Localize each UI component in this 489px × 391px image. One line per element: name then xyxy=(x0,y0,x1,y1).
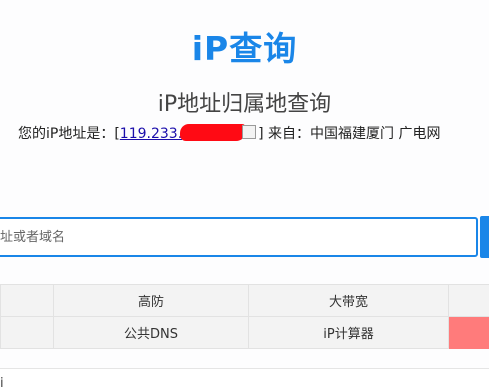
tools-grid: 高防 大带宽 公共DNS iP计算器 xyxy=(0,284,489,349)
tool-link[interactable] xyxy=(449,285,489,317)
tool-link-ip-calculator[interactable]: iP计算器 xyxy=(249,317,449,349)
tool-link-bandwidth[interactable]: 大带宽 xyxy=(249,285,449,317)
content-panel: i xyxy=(0,368,489,391)
ip-address-line: 您的iP地址是：[119.233. ] 来自：中国福建厦门 广电网 xyxy=(18,123,488,143)
search-box xyxy=(0,217,478,257)
broken-image-icon xyxy=(242,125,256,139)
tool-link-gaofang[interactable]: 高防 xyxy=(54,285,249,317)
page-title: iP地址归属地查询 xyxy=(0,86,489,118)
ip-address-link[interactable]: 119.233. xyxy=(120,126,182,142)
site-logo[interactable]: iP查询 xyxy=(0,22,489,70)
ip-location-label: ] 来自：中国福建厦门 广电网 xyxy=(258,126,440,142)
ip-prefix-label: 您的iP地址是：[ xyxy=(18,126,120,142)
redaction-mark xyxy=(180,124,246,141)
tool-link-public-dns[interactable]: 公共DNS xyxy=(54,317,249,349)
tool-link-highlighted[interactable] xyxy=(449,317,489,349)
tool-link[interactable] xyxy=(1,317,54,349)
tools-row: 公共DNS iP计算器 xyxy=(1,317,489,349)
panel-text: i xyxy=(0,376,4,391)
search-button[interactable] xyxy=(480,216,489,258)
search-input[interactable] xyxy=(0,219,476,255)
tools-row: 高防 大带宽 xyxy=(1,285,489,317)
tool-link[interactable] xyxy=(1,285,54,317)
